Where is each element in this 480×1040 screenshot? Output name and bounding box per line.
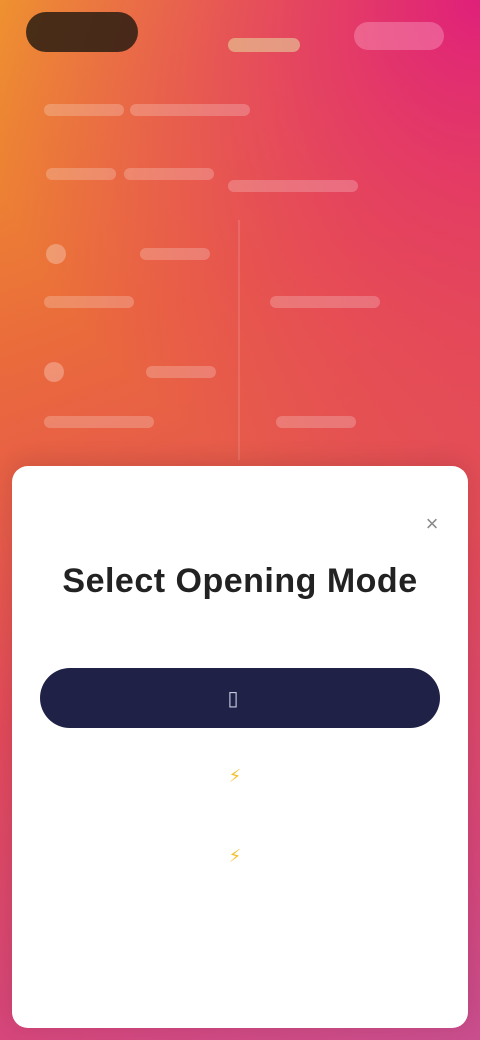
bg-text-line [44,104,124,116]
bg-text-line [130,104,250,116]
lightning-icon: ⚡ [228,766,242,786]
bg-text-line [44,416,154,428]
status-pill [26,12,138,52]
phone-icon: ▯ [227,687,239,710]
bg-text-line [46,168,116,180]
bg-text-line [228,180,358,192]
bg-text-line [146,366,216,378]
bg-text-line [276,416,356,428]
bg-icon [44,362,64,382]
bg-text-line [124,168,214,180]
bg-text-line [270,296,380,308]
bg-text-line [44,296,134,308]
primary-mode-button[interactable]: ▯ [40,668,440,728]
opening-mode-modal: × Select Opening Mode ▯ ⚡ ⚡ [12,466,468,1028]
bg-icon [46,244,66,264]
bg-text-line [140,248,210,260]
modal-title: Select Opening Mode [62,562,418,600]
header-label-placeholder [228,38,300,52]
bg-divider [238,220,240,460]
mode-option-b[interactable]: ⚡ [12,846,468,867]
app-screen: × Select Opening Mode ▯ ⚡ ⚡ [0,0,480,1040]
close-icon[interactable]: × [418,510,446,538]
mode-option-a[interactable]: ⚡ [12,766,468,787]
lightning-icon: ⚡ [228,846,242,866]
header-action-placeholder[interactable] [354,22,444,50]
